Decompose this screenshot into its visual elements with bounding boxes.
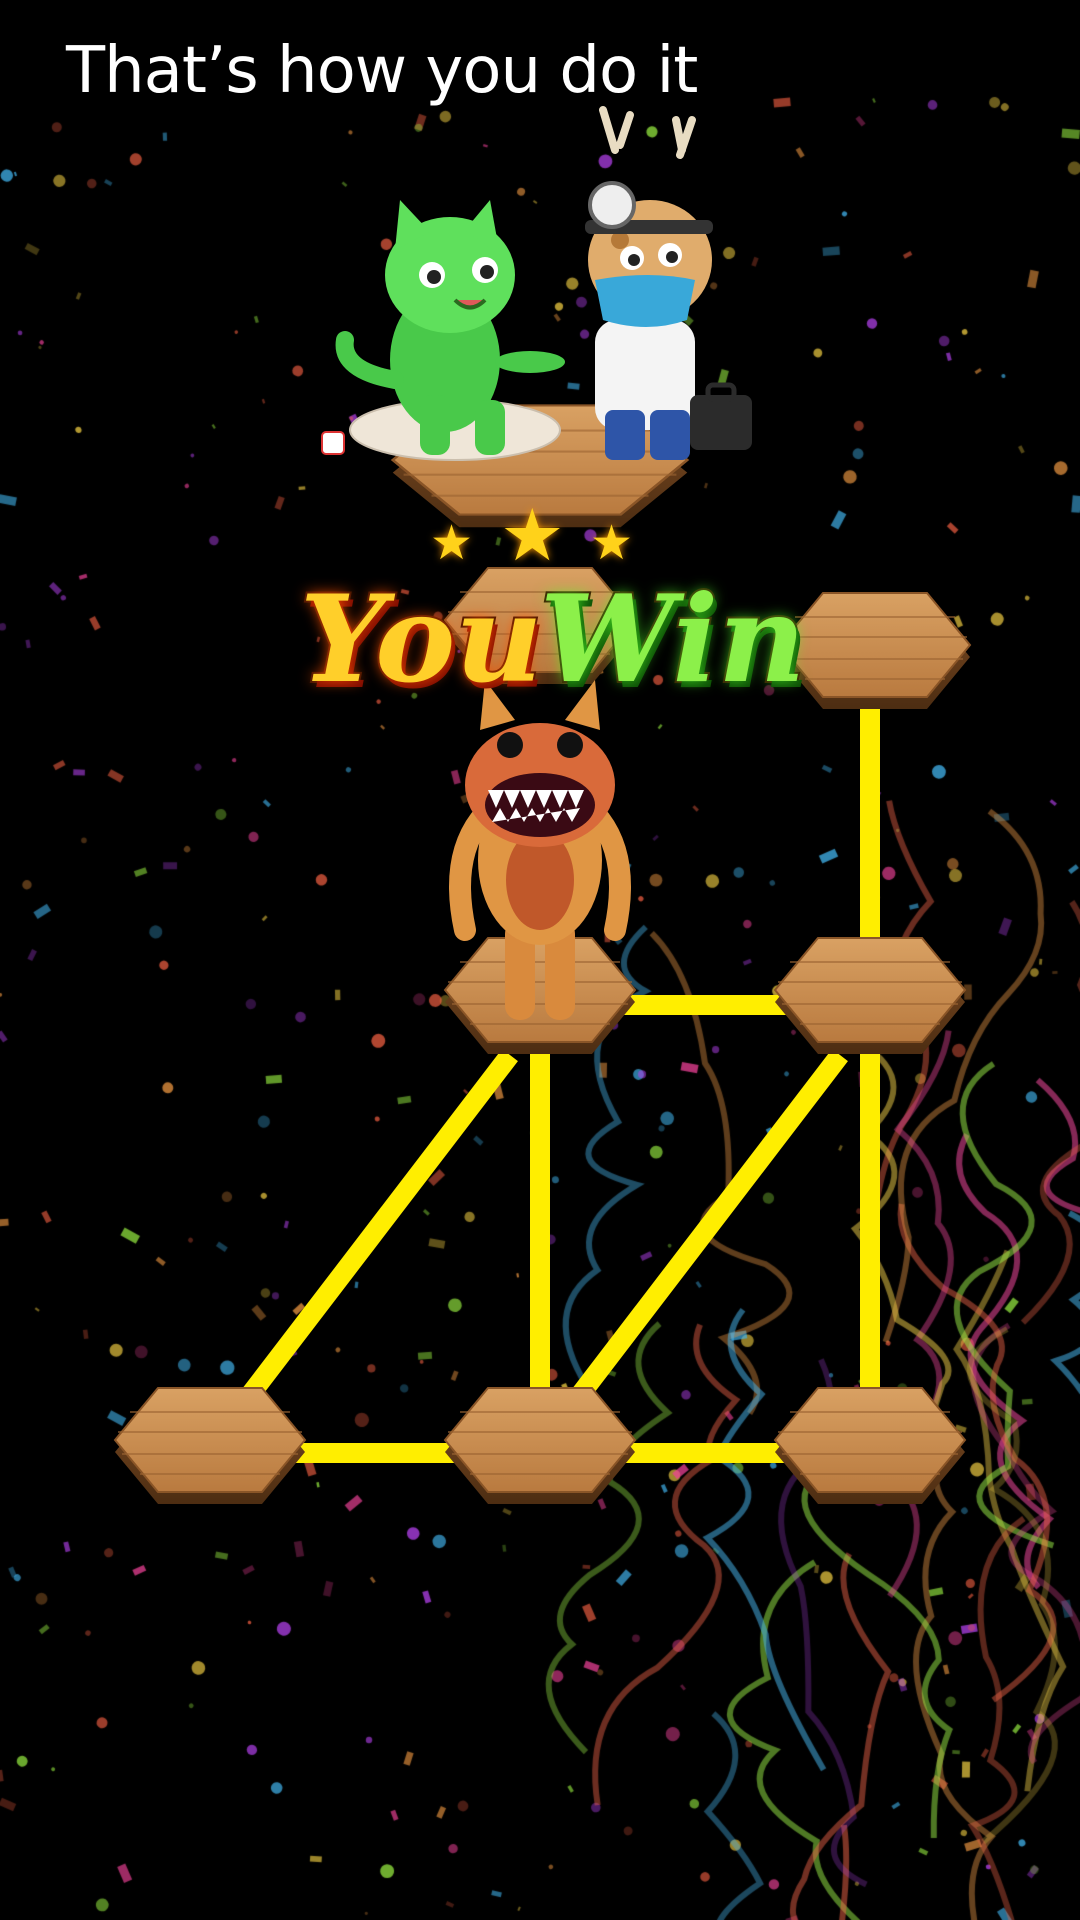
star-icon: ★	[430, 517, 474, 570]
puzzle-board	[114, 106, 971, 1505]
you-win-banner: ★ ★ ★ You Win	[290, 500, 810, 720]
hex-tile[interactable]	[444, 1387, 636, 1505]
you-text: You	[298, 569, 545, 710]
win-text: Win	[538, 569, 807, 710]
top-scene	[321, 106, 752, 529]
star-icon: ★	[590, 517, 634, 570]
path-line	[572, 1048, 848, 1402]
hex-tile[interactable]	[114, 1387, 306, 1505]
hex-tile[interactable]	[774, 937, 966, 1055]
path-line	[242, 1048, 518, 1402]
giraffe-doctor	[585, 106, 752, 460]
hex-tile[interactable]	[774, 1387, 966, 1505]
star-icon: ★	[500, 496, 565, 576]
hex-tile[interactable]	[444, 937, 636, 1055]
